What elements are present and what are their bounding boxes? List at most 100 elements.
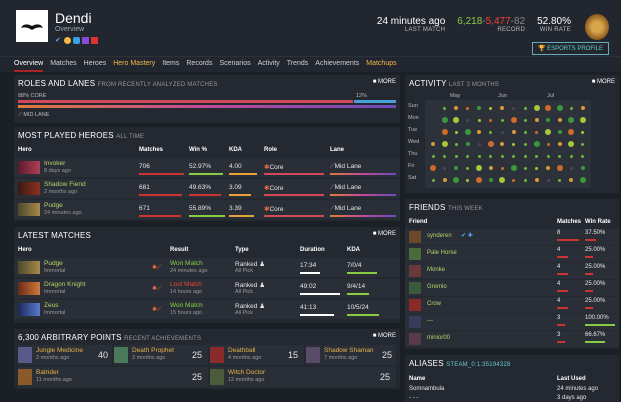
activity-day-cell[interactable] [454,166,458,170]
activity-day-cell[interactable] [512,142,515,146]
activity-day-cell[interactable] [523,154,527,158]
activity-day-cell[interactable] [546,166,550,170]
activity-day-cell[interactable] [569,154,573,158]
tab-trends[interactable]: Trends [287,57,309,72]
hero-name[interactable]: Dragon Knight [44,281,86,288]
activity-day-cell[interactable] [489,118,492,122]
activity-day-cell[interactable] [477,154,481,158]
activity-day-cell[interactable] [546,178,550,182]
activity-day-cell[interactable] [581,130,584,134]
achievement-item[interactable]: Batrider 11 months ago 25 [18,367,208,387]
activity-day-cell[interactable] [533,141,540,147]
activity-day-cell[interactable] [534,178,539,182]
activity-day-cell[interactable] [556,105,563,111]
activity-day-cell[interactable] [580,166,585,170]
friend-row[interactable]: synderen 8 37.50% ✔ ✚ [405,229,619,245]
activity-day-cell[interactable] [533,105,540,111]
achievement-item[interactable]: Shadow Shaman 7 months ago 25 [306,345,396,365]
achievement-item[interactable]: Witch Doctor 12 months ago 25 [210,367,396,387]
table-row[interactable]: Dragon Knight Immortal ✱⟋ Lost Match 14 … [14,279,400,298]
activity-day-cell[interactable] [489,106,492,110]
twitter-icon[interactable] [73,37,80,44]
activity-day-cell[interactable] [489,130,492,134]
tab-hero-mastery[interactable]: Hero Mastery [113,57,155,72]
activity-day-cell[interactable] [546,118,550,122]
activity-day-cell[interactable] [454,106,458,110]
phone-icon[interactable] [91,37,98,44]
activity-day-cell[interactable] [546,142,550,146]
activity-day-cell[interactable] [546,154,550,158]
activity-day-cell[interactable] [500,142,504,146]
activity-day-cell[interactable] [441,129,448,135]
achievement-item[interactable]: Deathball 4 months ago 15 [210,345,304,365]
friend-row[interactable]: minior00 3 66.67% [405,331,619,347]
activity-day-cell[interactable] [466,154,469,158]
activity-day-cell[interactable] [431,142,435,146]
friend-row[interactable]: Pale Horse 4 25.00% [405,246,619,262]
activity-day-cell[interactable] [443,166,446,170]
activity-day-cell[interactable] [500,130,504,134]
activity-day-cell[interactable] [581,142,584,146]
activity-day-cell[interactable] [477,130,481,134]
activity-day-cell[interactable] [535,166,538,170]
activity-day-cell[interactable] [512,106,515,110]
activity-day-cell[interactable] [512,154,515,158]
activity-day-cell[interactable] [441,117,448,123]
activity-day-cell[interactable] [500,154,504,158]
achievement-item[interactable]: Death Prophet 3 months ago 25 [114,345,208,365]
activity-day-cell[interactable] [500,166,504,170]
activity-day-cell[interactable] [545,105,551,111]
activity-day-cell[interactable] [557,118,562,122]
hero-name[interactable]: Pudge [44,202,63,209]
avatar[interactable] [16,10,48,42]
friend-name[interactable]: synderen [427,233,452,239]
tab-matches[interactable]: Matches [50,57,76,72]
activity-day-cell[interactable] [534,118,539,122]
table-row[interactable]: Zeus Immortal ✱⟋ Won Match 15 hours ago … [14,300,400,319]
activity-day-cell[interactable] [441,141,448,147]
roles-more-button[interactable]: ■ MORE [373,79,396,85]
activity-day-cell[interactable] [431,178,435,182]
tab-overview[interactable]: Overview [14,57,44,72]
activity-day-cell[interactable] [443,106,446,110]
twitch-icon[interactable] [82,37,89,44]
activity-day-cell[interactable] [580,106,585,110]
activity-day-cell[interactable] [454,142,458,146]
activity-day-cell[interactable] [523,106,527,110]
activity-day-cell[interactable] [511,130,516,134]
activity-day-cell[interactable] [466,178,469,182]
tab-matchups[interactable]: Matchups [366,57,396,72]
friend-row[interactable]: Gremlo 4 25.00% [405,280,619,296]
activity-day-cell[interactable] [510,165,517,171]
table-row[interactable]: Pudge Immortal ✱⟋ Won Match 24 minutes a… [14,258,400,277]
friend-row[interactable]: Monke 4 25.00% [405,263,619,279]
result-value[interactable]: Won Match [170,302,203,309]
hero-name[interactable]: Invoker [44,160,65,167]
tab-achievements[interactable]: Achievements [315,57,359,72]
friend-name[interactable]: minior00 [427,335,450,341]
friend-name[interactable]: Pale Horse [427,250,457,256]
activity-day-cell[interactable] [568,117,574,123]
activity-day-cell[interactable] [489,154,492,158]
result-value[interactable]: Won Match [170,260,203,267]
activity-day-cell[interactable] [557,142,562,146]
activity-day-cell[interactable] [579,117,586,123]
activity-day-cell[interactable] [500,118,504,122]
activity-day-cell[interactable] [523,118,527,122]
activity-day-cell[interactable] [535,154,538,158]
activity-day-cell[interactable] [442,178,447,182]
activity-day-cell[interactable] [579,177,586,183]
activity-day-cell[interactable] [512,178,515,182]
activity-day-cell[interactable] [569,106,573,110]
activity-day-cell[interactable] [523,166,527,170]
friend-row[interactable]: --- 3 100.00% [405,314,619,330]
activity-day-cell[interactable] [477,106,481,110]
table-row[interactable]: Invoker 8 days ago 706 52.97% 4.00 ✱Core… [14,158,400,177]
activity-day-cell[interactable] [557,130,562,134]
activity-day-cell[interactable] [476,165,482,171]
activity-day-cell[interactable] [556,165,563,171]
activity-day-cell[interactable] [464,129,471,135]
hero-name[interactable]: Shadow Fiend [44,181,86,188]
activity-day-cell[interactable] [523,130,527,134]
hero-name[interactable]: Zeus [44,302,58,309]
